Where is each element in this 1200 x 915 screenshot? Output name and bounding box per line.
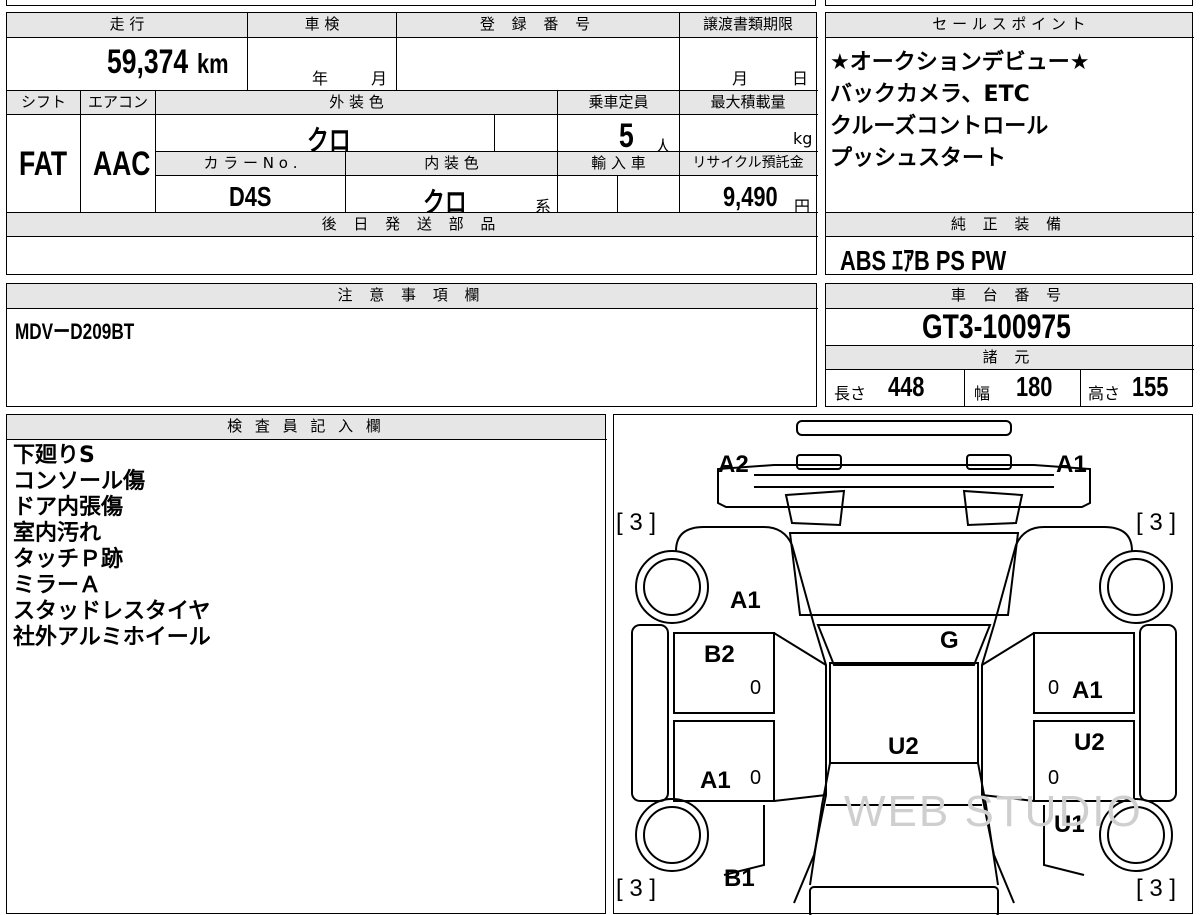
transfer-month-unit: 月 <box>732 69 749 88</box>
zero-door-fr: 0 <box>1048 677 1060 699</box>
standard-equipment-value: ABS ｴｱB PS PW <box>840 245 1007 276</box>
label-roof: U2 <box>888 733 919 760</box>
sales-points-box: セ ー ル ス ポ イ ン ト ★オークションデビュー★ バックカメラ、ETC … <box>825 12 1194 276</box>
import-car-label: 輸 入 車 <box>558 152 679 175</box>
inspection-year-unit: 年 <box>312 69 329 88</box>
label-door-fr: A1 <box>1072 677 1103 704</box>
exterior-color-label: 外 装 色 <box>156 91 557 114</box>
mileage-unit: km <box>197 48 229 79</box>
inspector-line: スタッドレスタイヤ <box>13 599 211 624</box>
color-no-label: カ ラ ー N o . <box>156 152 345 175</box>
sales-point-line: ★オークションデビュー★ <box>830 50 1090 75</box>
standard-equipment-label: 純 正 装 備 <box>826 213 1192 236</box>
notes-box: 注 意 事 項 欄 MDVーD209BT <box>6 283 818 407</box>
shift-label: シフト <box>7 91 80 114</box>
transfer-day-unit: 日 <box>792 69 809 88</box>
inspector-line: ドア内張傷 <box>13 495 124 520</box>
capacity-label: 乗車定員 <box>558 91 679 114</box>
mileage-value: 59,374 km <box>107 43 229 81</box>
label-windshield: G <box>940 627 959 654</box>
inspection-label: 車 検 <box>248 13 396 37</box>
label-rear-left: B1 <box>724 865 755 892</box>
sales-point-line: プッシュスタート <box>830 146 1007 171</box>
sales-points-label: セ ー ル ス ポ イ ン ト <box>826 13 1192 37</box>
inspector-line: コンソール傷 <box>13 469 146 494</box>
length-value: 448 <box>888 371 925 402</box>
max-load-unit: kg <box>793 129 813 148</box>
inspector-line: 社外アルミホイール <box>13 625 211 650</box>
zero-door-fl: 0 <box>750 677 762 699</box>
inspector-list: 下廻りS コンソール傷 ドア内張傷 室内汚れ タッチＰ跡 ミラーＡ スタッドレス… <box>13 443 211 651</box>
watermark: WEB STUDIO <box>844 787 1143 836</box>
chassis-label: 車 台 番 号 <box>826 284 1192 308</box>
sales-point-line: バックカメラ、ETC <box>830 82 1030 107</box>
dimensions-label: 諸 元 <box>826 346 1192 369</box>
label-fender-left: A1 <box>730 587 761 614</box>
inspector-line: ミラーＡ <box>13 573 102 598</box>
height-label: 高さ <box>1088 384 1121 403</box>
inspector-line: タッチＰ跡 <box>13 547 124 572</box>
label-door-fl: B2 <box>704 641 735 668</box>
height-value: 155 <box>1132 371 1169 402</box>
width-label: 幅 <box>974 384 991 403</box>
chassis-value: GT3-100975 <box>922 308 1071 346</box>
sales-point-line: クルーズコントロール <box>830 114 1049 139</box>
parts-to-ship-label: 後 日 発 送 部 品 <box>7 213 816 236</box>
inspector-line: 室内汚れ <box>13 521 102 546</box>
top-strip-right <box>825 0 1193 6</box>
mileage-label: 走 行 <box>7 13 247 37</box>
label-front-right: A1 <box>1056 451 1087 478</box>
tire-top-left: [ 3 ] <box>616 509 657 536</box>
vehicle-info-table: 走 行 車 検 登 録 番 号 譲渡書類期限 59,374 km 年 月 月 日 … <box>6 12 818 275</box>
notes-label: 注 意 事 項 欄 <box>7 284 816 308</box>
label-front-left: A2 <box>718 451 749 478</box>
tire-top-right: [ 3 ] <box>1136 509 1177 536</box>
inspector-label: 検 査 員 記 入 欄 <box>7 415 605 439</box>
registration-label: 登 録 番 号 <box>397 13 679 37</box>
inspector-box: 検 査 員 記 入 欄 下廻りS コンソール傷 ドア内張傷 室内汚れ タッチＰ跡… <box>6 414 607 914</box>
color-no-value: D4S <box>229 181 272 212</box>
damage-diagram: A2 A1 [ 3 ] [ 3 ] [ 3 ] [ 3 ] A1 G B2 0 … <box>613 414 1193 915</box>
notes-value: MDVーD209BT <box>15 319 135 344</box>
transfer-deadline-label: 譲渡書類期限 <box>680 13 816 37</box>
width-value: 180 <box>1016 371 1053 402</box>
interior-color-label: 内 装 色 <box>346 152 557 175</box>
recycle-fee-label: リサイクル預託金 <box>680 152 816 175</box>
chassis-box: 車 台 番 号 GT3-100975 諸 元 長さ 448 幅 180 高さ 1… <box>825 283 1194 407</box>
max-load-label: 最大積載量 <box>680 91 816 114</box>
car-outline <box>631 420 1177 915</box>
length-label: 長さ <box>834 384 867 403</box>
sales-points-list: ★オークションデビュー★ バックカメラ、ETC クルーズコントロール プッシュス… <box>830 47 1089 175</box>
shift-value: FAT <box>19 145 68 183</box>
label-door-rl: A1 <box>700 767 731 794</box>
recycle-fee-value: 9,490 <box>723 181 778 212</box>
tire-bottom-left: [ 3 ] <box>616 875 657 902</box>
inspection-month-unit: 月 <box>371 69 388 88</box>
top-strip <box>6 0 816 6</box>
zero-door-rl: 0 <box>750 767 762 789</box>
tire-bottom-right: [ 3 ] <box>1136 875 1177 902</box>
aircon-label: エアコン <box>81 91 155 114</box>
inspector-line: 下廻りS <box>13 443 95 468</box>
label-door-rr: U2 <box>1074 729 1105 756</box>
